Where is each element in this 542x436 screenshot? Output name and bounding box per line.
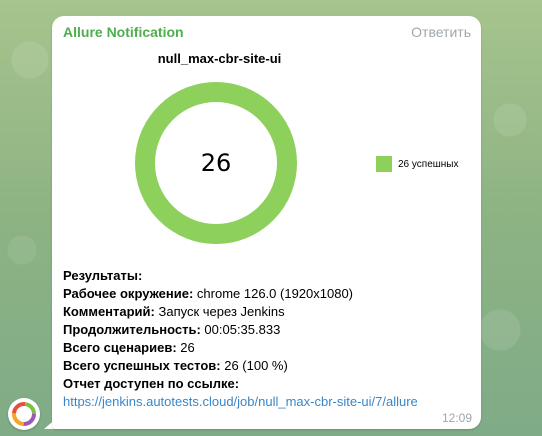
duration-value: 00:05:35.833: [204, 322, 281, 337]
comment-value: Запуск через Jenkins: [158, 304, 285, 319]
results-heading: Результаты:: [63, 268, 143, 283]
bot-avatar[interactable]: [8, 398, 40, 430]
message-bubble: Allure Notification Ответить null_max-cb…: [52, 16, 481, 429]
comment-label: Комментарий:: [63, 304, 155, 319]
message-time: 12:09: [441, 411, 472, 425]
total-value: 26: [180, 340, 195, 355]
report-label: Отчет доступен по ссылке:: [63, 376, 240, 391]
legend-swatch: [376, 156, 392, 172]
allure-logo-icon: [12, 402, 36, 426]
env-value: chrome 126.0 (1920x1080): [196, 286, 354, 301]
duration-label: Продолжительность:: [63, 322, 201, 337]
donut-center-label: 26: [201, 149, 232, 177]
report-link[interactable]: https://jenkins.autotests.cloud/job/null…: [63, 394, 418, 409]
donut-chart: 26: [135, 82, 297, 244]
legend-label: 26 успешных: [398, 158, 459, 170]
total-label: Всего сценариев:: [63, 340, 177, 355]
passed-value: 26 (100 %): [224, 358, 288, 373]
chart-legend: 26 успешных: [376, 156, 459, 172]
passed-label: Всего успешных тестов:: [63, 358, 221, 373]
env-label: Рабочее окружение:: [63, 286, 194, 301]
results-block: Результаты: Рабочее окружение: chrome 12…: [63, 267, 463, 411]
